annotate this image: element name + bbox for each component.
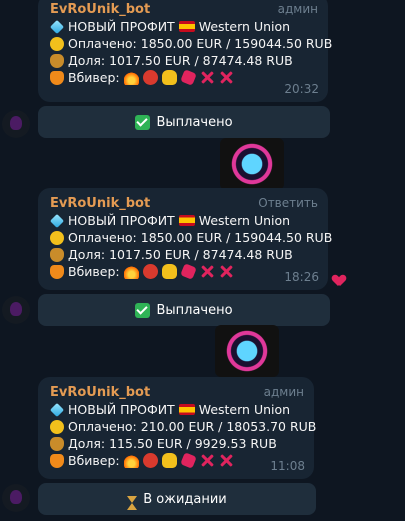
stop-sign-icon (179, 263, 197, 280)
fox-icon (50, 264, 64, 279)
money-mouth-face-icon (50, 36, 64, 51)
cross-mark-icon (200, 70, 215, 85)
message-1: EvRoUnik_bot админ НОВЫЙ ПРОФИТ Western … (38, 0, 332, 102)
fire-icon (123, 264, 139, 279)
reply-link[interactable]: Ответить (258, 196, 318, 210)
spain-flag-icon (178, 21, 195, 32)
bot-avatar[interactable] (2, 296, 30, 324)
wolf-sticker[interactable] (220, 138, 284, 190)
thumbs-up-icon (161, 70, 177, 85)
status-button[interactable]: Выплачено (38, 106, 330, 138)
stop-sign-icon (179, 69, 197, 86)
message-3: EvRoUnik_bot админ НОВЫЙ ПРОФИТ Western … (38, 377, 316, 479)
payment-method: Western Union (198, 213, 291, 228)
money-mouth-face-icon (50, 419, 64, 434)
thumbs-up-icon (161, 453, 177, 468)
share-line: Доля: 1017.50 EUR / 87474.48 RUB (50, 52, 318, 69)
status-button-label: В ожидании (143, 491, 227, 507)
admin-tag: админ (277, 2, 318, 16)
paid-line: Оплачено: 210.00 EUR / 18053.70 RUB (50, 418, 316, 435)
vbiver-label: Вбивер: (68, 70, 120, 85)
payment-method: Western Union (198, 402, 291, 417)
message-header: EvRoUnik_bot Ответить (50, 194, 318, 212)
cross-mark-icon (219, 70, 234, 85)
message-header: EvRoUnik_bot админ (50, 383, 304, 401)
diamond-icon (49, 213, 65, 228)
diamond-icon (49, 402, 65, 417)
angry-face-icon (142, 264, 158, 279)
message-time: 20:32 (284, 82, 319, 96)
vbiver-line: Вбивер: (50, 263, 318, 280)
wolf-sticker[interactable] (215, 325, 279, 377)
message-2: EvRoUnik_bot Ответить НОВЫЙ ПРОФИТ Weste… (38, 188, 332, 290)
message-bubble: EvRoUnik_bot админ НОВЫЙ ПРОФИТ Western … (38, 377, 316, 479)
cross-mark-icon (219, 264, 234, 279)
money-bag-icon (50, 436, 64, 451)
money-bag-icon (50, 247, 64, 262)
message-time: 11:08 (270, 459, 305, 473)
message-bubble: EvRoUnik_bot админ НОВЫЙ ПРОФИТ Western … (38, 0, 332, 102)
cross-mark-icon (219, 453, 234, 468)
status-button[interactable]: Выплачено (38, 294, 330, 326)
red-heart-icon[interactable] (333, 275, 345, 287)
share-line: Доля: 1017.50 EUR / 87474.48 RUB (50, 246, 318, 263)
profit-title: НОВЫЙ ПРОФИТ (68, 19, 175, 34)
status-button-label: Выплачено (156, 114, 233, 130)
admin-tag: админ (263, 385, 304, 399)
share-amount: Доля: 1017.50 EUR / 87474.48 RUB (68, 247, 293, 262)
hourglass-icon (127, 495, 138, 510)
message-header: EvRoUnik_bot админ (50, 0, 318, 18)
bot-avatar[interactable] (2, 484, 30, 512)
share-amount: Доля: 115.50 EUR / 9929.53 RUB (68, 436, 277, 451)
vbiver-line: Вбивер: (50, 69, 318, 86)
paid-amount: Оплачено: 1850.00 EUR / 159044.50 RUB (68, 230, 333, 245)
fox-icon (50, 70, 64, 85)
fire-icon (123, 453, 139, 468)
stop-sign-icon (179, 452, 197, 469)
spain-flag-icon (178, 404, 195, 415)
angry-face-icon (142, 70, 158, 85)
spain-flag-icon (178, 215, 195, 226)
fire-icon (123, 70, 139, 85)
paid-line: Оплачено: 1850.00 EUR / 159044.50 RUB (50, 35, 332, 52)
angry-face-icon (142, 453, 158, 468)
payment-method: Western Union (198, 19, 291, 34)
profit-title: НОВЫЙ ПРОФИТ (68, 213, 175, 228)
paid-line: Оплачено: 1850.00 EUR / 159044.50 RUB (50, 229, 332, 246)
money-mouth-face-icon (50, 230, 64, 245)
vbiver-label: Вбивер: (68, 453, 120, 468)
profit-title: НОВЫЙ ПРОФИТ (68, 402, 175, 417)
diamond-icon (49, 19, 65, 34)
bot-avatar[interactable] (2, 110, 30, 138)
share-amount: Доля: 1017.50 EUR / 87474.48 RUB (68, 53, 293, 68)
money-bag-icon (50, 53, 64, 68)
cross-mark-icon (200, 453, 215, 468)
check-mark-button-icon (135, 302, 151, 318)
sender-name[interactable]: EvRoUnik_bot (50, 2, 150, 17)
sender-name[interactable]: EvRoUnik_bot (50, 196, 150, 211)
sender-name[interactable]: EvRoUnik_bot (50, 385, 150, 400)
check-mark-button-icon (135, 114, 151, 130)
message-bubble: EvRoUnik_bot Ответить НОВЫЙ ПРОФИТ Weste… (38, 188, 332, 290)
status-button[interactable]: В ожидании (38, 483, 316, 515)
vbiver-line: Вбивер: (50, 452, 304, 469)
profit-line: НОВЫЙ ПРОФИТ Western Union (49, 212, 318, 229)
status-button-label: Выплачено (156, 302, 233, 318)
paid-amount: Оплачено: 210.00 EUR / 18053.70 RUB (68, 419, 317, 434)
profit-line: НОВЫЙ ПРОФИТ Western Union (49, 401, 304, 418)
cross-mark-icon (200, 264, 215, 279)
vbiver-label: Вбивер: (68, 264, 120, 279)
thumbs-up-icon (161, 264, 177, 279)
message-time: 18:26 (284, 270, 319, 284)
share-line: Доля: 115.50 EUR / 9929.53 RUB (50, 435, 304, 452)
paid-amount: Оплачено: 1850.00 EUR / 159044.50 RUB (68, 36, 333, 51)
fox-icon (50, 453, 64, 468)
profit-line: НОВЫЙ ПРОФИТ Western Union (49, 18, 318, 35)
